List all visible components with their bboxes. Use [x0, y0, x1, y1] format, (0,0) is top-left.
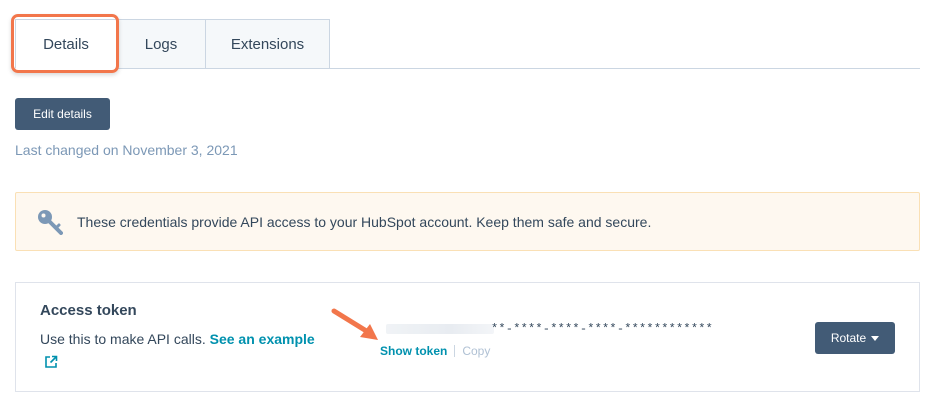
show-token-link[interactable]: Show token	[380, 344, 447, 358]
security-alert: These credentials provide API access to …	[15, 192, 920, 251]
alert-text: These credentials provide API access to …	[77, 213, 652, 230]
copy-link[interactable]: Copy	[462, 344, 490, 358]
masked-token-value: **-****-****-****-************	[491, 322, 714, 336]
chevron-down-icon	[871, 335, 880, 341]
tab-details[interactable]: Details	[15, 19, 117, 69]
token-blurred-segment	[386, 324, 494, 334]
tab-bar: Details Logs Extensions	[15, 19, 920, 69]
see-example-link[interactable]: See an example	[210, 331, 315, 347]
page: Details Logs Extensions Edit details Las…	[0, 0, 938, 407]
rotate-button[interactable]: Rotate	[815, 322, 895, 354]
access-token-description: Use this to make API calls. See an examp…	[40, 331, 315, 347]
tab-logs[interactable]: Logs	[116, 19, 206, 69]
description-text: Use this to make API calls.	[40, 331, 206, 347]
last-changed-text: Last changed on November 3, 2021	[15, 142, 238, 158]
key-icon	[38, 209, 63, 235]
access-token-card: Access token Use this to make API calls.…	[15, 282, 920, 392]
token-actions: Show token Copy	[380, 344, 490, 358]
edit-details-button[interactable]: Edit details	[15, 98, 110, 130]
tab-extensions[interactable]: Extensions	[205, 19, 330, 69]
action-separator	[454, 345, 456, 357]
rotate-label: Rotate	[830, 331, 867, 345]
external-link-icon[interactable]	[44, 355, 58, 369]
access-token-title: Access token	[40, 302, 137, 319]
